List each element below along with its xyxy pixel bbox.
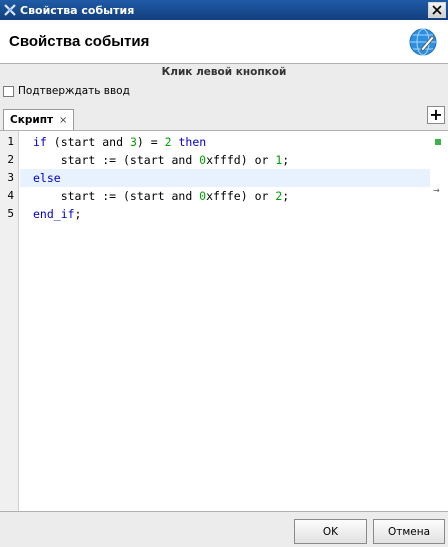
tab-script-label: Скрипт [10,114,54,126]
window-title: Свойства события [20,3,135,17]
add-tab-button[interactable]: + [427,106,445,124]
script-editor[interactable]: 1 2 3 4 5 if (start and 3) = 2 then star… [0,130,448,512]
line-number: 2 [7,153,14,166]
confirm-input-row[interactable]: Подтверждать ввод [3,85,130,97]
tab-bar: Скрипт × + [0,106,448,130]
app-icon [2,2,18,18]
dialog-heading: Свойства события [9,33,150,50]
tab-close-icon[interactable]: × [59,115,67,126]
ok-button[interactable]: OK [294,519,367,544]
event-name-label: Клик левой кнопкой [161,66,287,78]
line-number: 4 [7,189,14,202]
window-close-button[interactable] [428,2,446,18]
code-line-current[interactable]: else [20,169,430,187]
confirm-input-checkbox[interactable] [3,85,14,97]
code-line[interactable]: if (start and 3) = 2 then [20,133,430,151]
line-number: 1 [7,135,14,148]
cancel-button[interactable]: Отмена [373,519,445,544]
tab-script[interactable]: Скрипт × [3,109,75,130]
dialog-header: Свойства события [0,20,448,64]
confirm-input-label: Подтверждать ввод [18,85,130,97]
dialog-footer: OK Отмена [0,512,448,547]
code-area[interactable]: if (start and 3) = 2 then start := (star… [20,131,430,511]
caret-marker-icon: → [433,186,440,195]
status-marker-icon [435,139,441,145]
window-titlebar: Свойства события [0,0,448,20]
code-line[interactable]: start := (start and 0xfffd) or 1; [20,151,430,169]
globe-pencil-icon [409,28,437,55]
code-line[interactable]: start := (start and 0xfffe) or 2; [20,187,430,205]
line-number-gutter: 1 2 3 4 5 [0,131,19,511]
code-line[interactable]: end_if; [20,205,430,223]
line-number: 5 [7,207,14,220]
close-icon [432,5,442,15]
line-number: 3 [7,171,14,184]
